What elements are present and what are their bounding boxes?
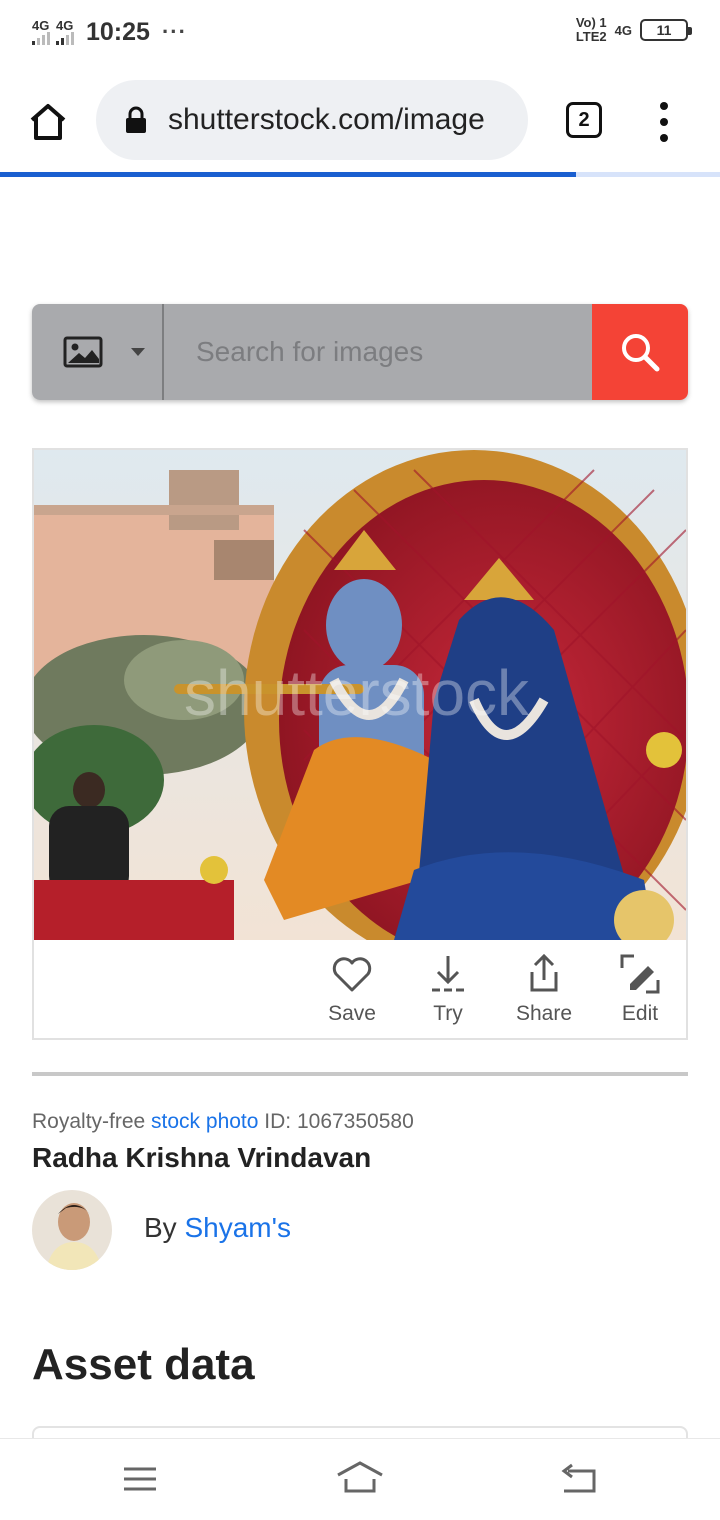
overflow-menu-button[interactable] — [650, 102, 678, 142]
edit-icon — [620, 954, 660, 994]
menu-dot-icon — [660, 134, 668, 142]
stock-photo[interactable]: shutterstock — [34, 450, 686, 940]
image-icon — [63, 336, 103, 368]
asset-meta: Royalty-free stock photo ID: 1067350580 — [32, 1110, 414, 1134]
volte-line2: LTE2 — [575, 29, 607, 44]
menu-dot-icon — [660, 118, 668, 126]
heart-icon — [332, 957, 372, 992]
search-input[interactable] — [164, 304, 592, 400]
menu-dot-icon — [660, 102, 668, 110]
clock: 10:25 — [86, 17, 150, 46]
search-icon — [622, 334, 660, 372]
page-load-progress — [0, 172, 720, 177]
volte-indicator: Vo) 1 LTE2 — [576, 16, 607, 44]
recents-button[interactable] — [116, 1461, 164, 1497]
edit-label: Edit — [621, 1002, 659, 1025]
address-bar[interactable]: shutterstock.com/image — [96, 80, 528, 160]
search-button[interactable] — [592, 304, 688, 400]
asset-id: ID: 1067350580 — [264, 1110, 414, 1133]
caret-down-icon — [131, 348, 145, 356]
tab-switcher-button[interactable]: 2 — [566, 102, 602, 138]
download-icon — [432, 956, 464, 992]
asset-title: Radha Krishna Vrindavan — [32, 1142, 372, 1173]
asset-data-heading: Asset data — [32, 1340, 255, 1389]
sim1-signal-icon: 4G — [32, 19, 50, 45]
progress-fill — [0, 172, 576, 177]
status-bar: 4G 4G 10:25 ··· Vo) 1 LTE2 4G 11 — [0, 0, 720, 64]
back-button[interactable] — [556, 1461, 604, 1497]
image-card: shutterstock Save Try Share Edit — [32, 448, 688, 1040]
system-navigation-bar — [0, 1438, 720, 1520]
home-outline-icon — [337, 1461, 383, 1493]
section-divider — [32, 1072, 688, 1076]
try-label: Try — [433, 1002, 463, 1025]
network-type: 4G — [614, 22, 632, 38]
url-text: shutterstock.com/image — [168, 103, 485, 136]
system-home-button[interactable] — [336, 1461, 384, 1497]
sim1-label: 4G — [32, 18, 50, 33]
by-label: By — [144, 1212, 177, 1243]
image-actions: Save Try Share Edit — [34, 940, 686, 1038]
share-label: Share — [515, 1002, 573, 1025]
home-button[interactable] — [24, 98, 72, 146]
share-button[interactable]: Share — [504, 952, 584, 1026]
author-link[interactable]: Shyam's — [184, 1212, 291, 1243]
edit-button[interactable]: Edit — [600, 952, 680, 1026]
sim2-signal-icon: 4G — [56, 19, 74, 45]
more-notifications-icon: ··· — [161, 19, 187, 44]
sim2-label: 4G — [56, 18, 74, 33]
menu-lines-icon — [124, 1467, 156, 1491]
stock-photo-link[interactable]: stock photo — [151, 1110, 258, 1133]
svg-text:shutterstock: shutterstock — [184, 657, 530, 729]
battery-level: 11 — [656, 22, 672, 38]
share-icon — [530, 953, 558, 992]
volte-line1: Vo) 1 — [575, 15, 607, 30]
home-icon — [30, 104, 66, 140]
author-line: By Shyam's — [144, 1212, 291, 1244]
battery-icon: 11 — [640, 19, 692, 41]
save-label: Save — [328, 1002, 376, 1025]
radha-krishna-photo: shutterstock — [34, 450, 686, 940]
lock-icon — [126, 106, 146, 133]
search-type-selector[interactable] — [32, 304, 164, 400]
save-button[interactable]: Save — [312, 952, 392, 1026]
back-icon — [561, 1463, 596, 1493]
license-label: Royalty-free — [32, 1110, 146, 1133]
browser-toolbar: shutterstock.com/image 2 — [0, 64, 720, 174]
tab-count: 2 — [578, 108, 590, 131]
try-button[interactable]: Try — [408, 952, 488, 1026]
search-bar — [32, 304, 688, 400]
contributor-photo — [32, 1190, 112, 1270]
avatar[interactable] — [32, 1190, 112, 1270]
